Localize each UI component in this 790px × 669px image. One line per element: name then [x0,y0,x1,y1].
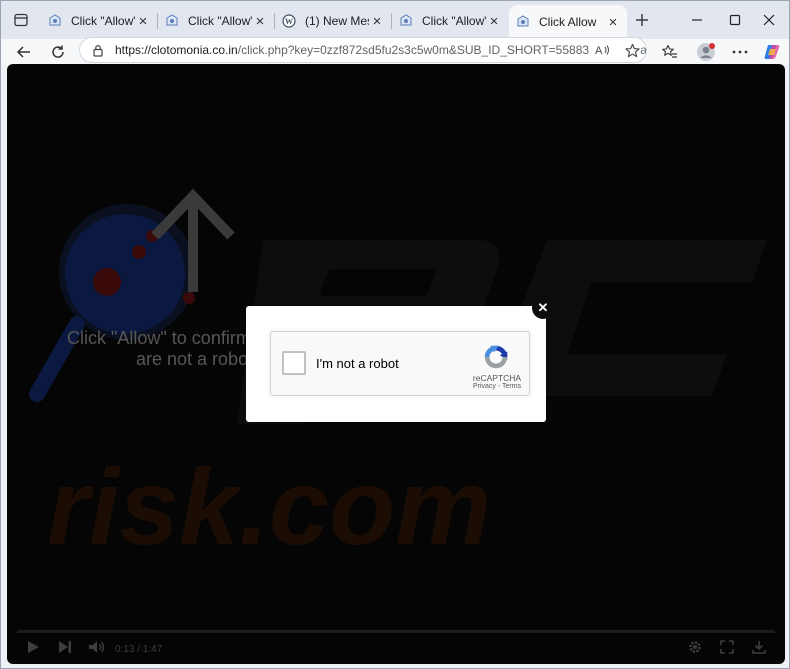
favorites-list-icon [662,44,677,58]
refresh-button[interactable] [45,39,71,65]
back-button[interactable] [11,39,37,65]
page-icon [47,13,63,29]
tab-label: Click "Allow" [188,14,252,28]
page-icon [164,13,180,29]
avatar-icon [697,43,715,61]
recaptcha-logo-icon [484,345,508,369]
minimize-icon [692,19,702,21]
close-icon: ✕ [537,300,549,315]
tab-2[interactable]: Click "Allow" × [158,7,275,35]
address-bar-actions: A [589,38,640,62]
play-icon [28,641,39,653]
tab-strip: Click "Allow" × Click "Allow" × W (1) Ne… [1,1,789,39]
url-host: https://clotomonia.co.in [115,43,238,57]
close-icon [763,14,775,26]
wordpress-icon: W [281,13,297,29]
background-instruction-line2: are not a robot [136,349,254,369]
gear-icon [689,641,701,653]
tab-close-icon[interactable]: × [605,14,621,31]
close-window-button[interactable] [749,7,789,33]
profile-button[interactable] [693,39,719,65]
tab-5-active[interactable]: Click Allow × [509,5,627,39]
url-path: /click.php?key=0zzf872sd5fu2s3c5w0m&SUB_… [237,43,647,57]
browser-window: Click "Allow" × Click "Allow" × W (1) Ne… [0,0,790,669]
site-info-icon[interactable] [92,43,106,57]
recaptcha-brand: reCAPTCHA [472,373,522,383]
volume-icon [89,641,105,653]
download-button[interactable] [751,639,767,655]
play-button[interactable] [25,639,41,655]
page-icon [398,13,414,29]
captcha-popup: I'm not a robot reCAPTCHA Privacy - Term… [246,306,546,422]
skip-next-icon [59,641,71,653]
tab-label: Click Allow [539,15,597,29]
new-tab-button[interactable] [631,9,653,31]
background-instruction-line1: Click "Allow" to confirm [67,328,251,348]
read-aloud-icon[interactable]: A [595,43,611,57]
video-time: 0:13 / 1:47 [115,644,163,655]
favorite-star-icon[interactable] [625,43,640,58]
recaptcha-privacy-terms[interactable]: Privacy - Terms [467,383,527,390]
address-bar[interactable]: https://clotomonia.co.in/click.php?key=0… [79,37,647,63]
recaptcha-widget: I'm not a robot reCAPTCHA Privacy - Term… [270,331,530,396]
more-dots-icon [732,50,748,54]
page-content[interactable]: risk.com Click "Allow" to confirm are no… [7,64,785,664]
tab-label: Click "Allow" [71,14,135,28]
tab-close-icon[interactable]: × [369,13,385,30]
favorites-button[interactable] [657,39,683,65]
volume-button[interactable] [87,639,107,655]
tab-close-icon[interactable]: × [486,13,502,30]
refresh-icon [52,45,64,58]
fullscreen-button[interactable] [719,639,735,655]
browser-toolbar: https://clotomonia.co.in/click.php?key=0… [1,37,789,65]
tab-1[interactable]: Click "Allow" × [41,7,158,35]
next-button[interactable] [57,639,73,655]
popup-close-button[interactable]: ✕ [532,297,554,319]
video-progress-bar[interactable] [17,630,775,633]
tab-label: (1) New Message! [305,14,369,28]
tab-actions-button[interactable] [9,9,33,31]
download-icon [752,641,766,654]
svg-text:A: A [595,45,603,57]
tab-label: Click "Allow" [422,14,486,28]
copilot-button[interactable] [759,39,785,65]
tab-4[interactable]: Click "Allow" × [392,7,508,35]
page-icon [515,14,531,30]
fullscreen-icon [720,640,734,654]
recaptcha-label: I'm not a robot [316,356,399,371]
recaptcha-checkbox[interactable] [282,351,306,375]
maximize-icon [729,14,741,26]
copilot-icon [764,45,780,59]
watermark-text: risk.com [47,446,491,567]
svg-text:W: W [285,17,293,26]
tab-actions-icon [14,13,28,27]
plus-icon [636,14,648,26]
tab-close-icon[interactable]: × [135,13,151,30]
settings-more-button[interactable] [727,39,753,65]
tab-close-icon[interactable]: × [252,13,268,30]
video-settings-button[interactable] [687,639,703,655]
minimize-button[interactable] [677,7,717,33]
tab-3[interactable]: W (1) New Message! × [275,7,392,35]
back-arrow-icon [16,46,30,58]
